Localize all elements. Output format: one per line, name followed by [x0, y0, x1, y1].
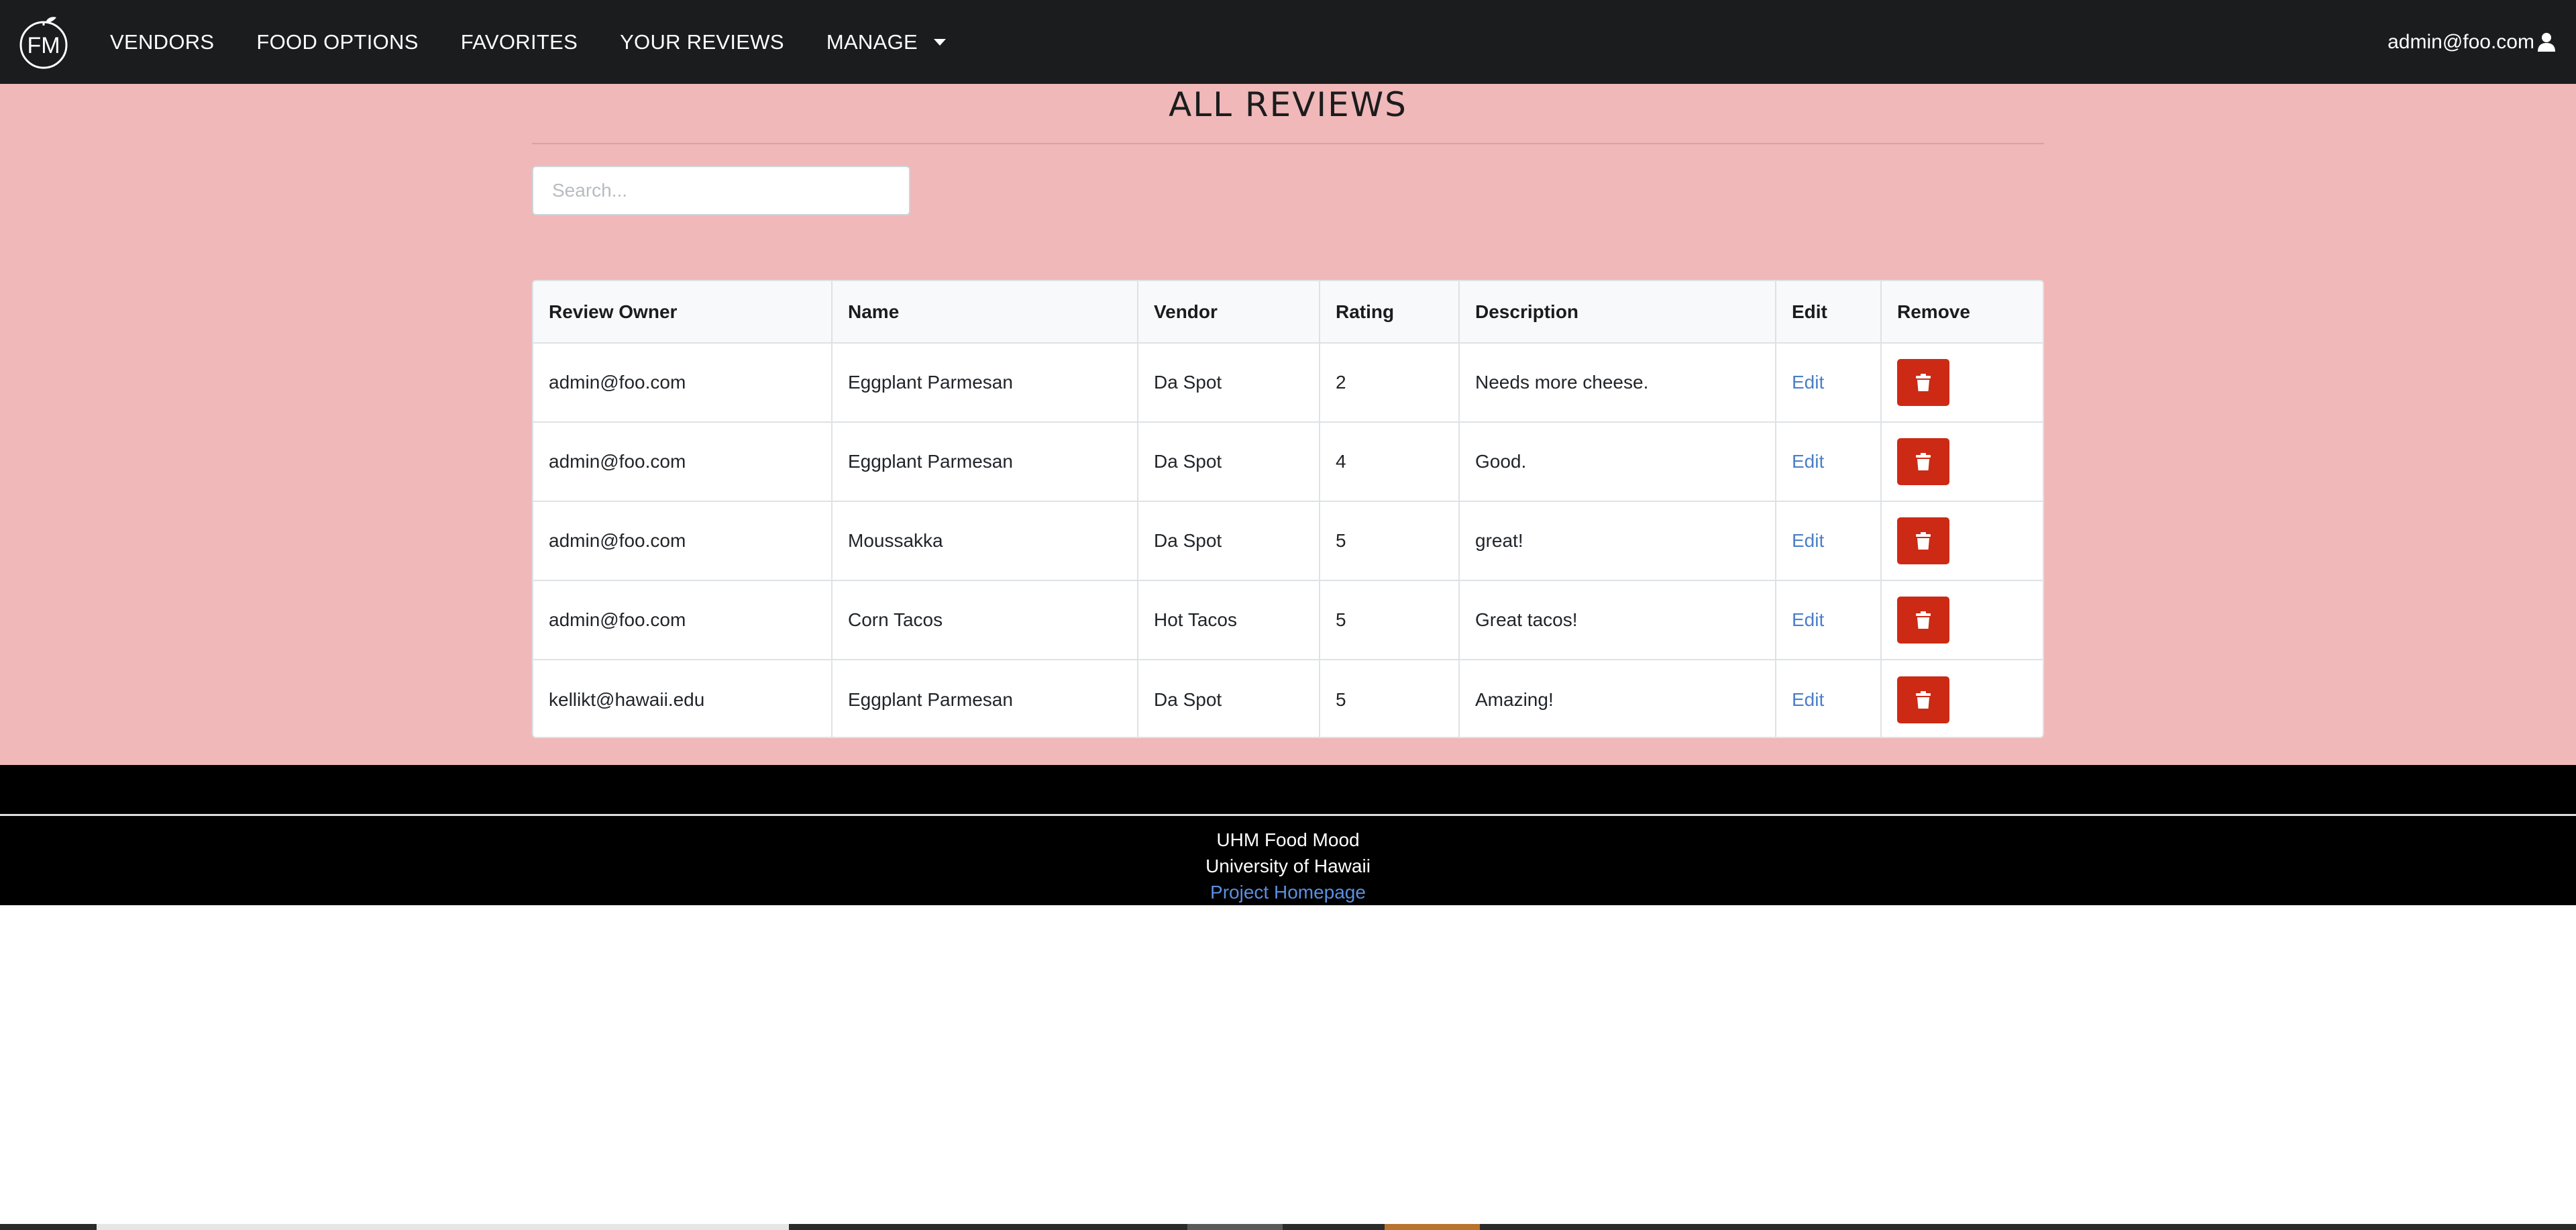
- cell-edit: Edit: [1776, 343, 1882, 422]
- nav-your-reviews[interactable]: YOUR REVIEWS: [620, 30, 784, 54]
- cell-vendor: Da Spot: [1138, 501, 1320, 580]
- bottom-taskbar-strip: [0, 1224, 2576, 1230]
- nav-food-options-label: FOOD OPTIONS: [256, 30, 419, 54]
- cell-vendor: Hot Tacos: [1138, 580, 1320, 660]
- cell-rating: 5: [1320, 580, 1460, 660]
- remove-button[interactable]: [1897, 517, 1949, 564]
- cell-remove: [1881, 501, 2043, 580]
- remove-button[interactable]: [1897, 597, 1949, 644]
- header-edit: Edit: [1776, 281, 1882, 344]
- cell-edit: Edit: [1776, 580, 1882, 660]
- trash-icon: [1916, 374, 1931, 391]
- cell-rating: 5: [1320, 660, 1460, 737]
- cell-name: Eggplant Parmesan: [832, 422, 1138, 501]
- cell-owner: admin@foo.com: [533, 422, 833, 501]
- table-row: admin@foo.com Corn Tacos Hot Tacos 5 Gre…: [533, 580, 2043, 660]
- footer-university: University of Hawaii: [1205, 856, 1371, 876]
- cell-edit: Edit: [1776, 660, 1882, 737]
- title-divider: [532, 143, 2044, 144]
- nav-food-options[interactable]: FOOD OPTIONS: [256, 30, 418, 54]
- nav-favorites[interactable]: FAVORITES: [461, 30, 578, 54]
- cell-description: Needs more cheese.: [1459, 343, 1776, 422]
- cell-name: Moussakka: [832, 501, 1138, 580]
- header-vendor: Vendor: [1138, 281, 1320, 344]
- cell-rating: 4: [1320, 422, 1460, 501]
- remove-button[interactable]: [1897, 676, 1949, 723]
- table-row: kellikt@hawaii.edu Eggplant Parmesan Da …: [533, 660, 2043, 737]
- table-row: admin@foo.com Moussakka Da Spot 5 great!…: [533, 501, 2043, 580]
- remove-button[interactable]: [1897, 359, 1949, 406]
- user-icon: [2538, 32, 2555, 52]
- nav-manage-dropdown[interactable]: MANAGE: [826, 30, 946, 54]
- cell-rating: 2: [1320, 343, 1460, 422]
- footer: UHM Food Mood University of Hawaii Proje…: [0, 765, 2576, 905]
- table-header-row: Review Owner Name Vendor Rating Descript…: [533, 281, 2043, 344]
- nav-your-reviews-label: YOUR REVIEWS: [620, 30, 784, 54]
- cell-vendor: Da Spot: [1138, 660, 1320, 737]
- caret-down-icon: [933, 38, 946, 46]
- search-input[interactable]: [532, 166, 910, 215]
- trash-icon: [1916, 611, 1931, 629]
- nav-manage-label: MANAGE: [826, 30, 918, 54]
- reviews-table: Review Owner Name Vendor Rating Descript…: [532, 280, 2044, 738]
- edit-link[interactable]: Edit: [1792, 689, 1824, 710]
- cell-owner: kellikt@hawaii.edu: [533, 660, 833, 737]
- footer-divider: [0, 814, 2576, 816]
- cell-remove: [1881, 580, 2043, 660]
- cell-name: Eggplant Parmesan: [832, 660, 1138, 737]
- food-mood-logo[interactable]: FM: [19, 15, 68, 70]
- header-name: Name: [832, 281, 1138, 344]
- top-navbar: FM VENDORS FOOD OPTIONS FAVORITES YOUR R…: [0, 0, 2576, 84]
- edit-link[interactable]: Edit: [1792, 451, 1824, 472]
- trash-icon: [1916, 532, 1931, 550]
- trash-icon: [1916, 690, 1931, 709]
- project-homepage-link[interactable]: Project Homepage: [1210, 882, 1366, 903]
- cell-vendor: Da Spot: [1138, 422, 1320, 501]
- table-row: admin@foo.com Eggplant Parmesan Da Spot …: [533, 422, 2043, 501]
- nav-favorites-label: FAVORITES: [460, 30, 578, 54]
- user-email: admin@foo.com: [2387, 30, 2534, 53]
- edit-link[interactable]: Edit: [1792, 372, 1824, 393]
- cell-description: great!: [1459, 501, 1776, 580]
- cell-owner: admin@foo.com: [533, 501, 833, 580]
- cell-name: Corn Tacos: [832, 580, 1138, 660]
- nav-vendors-label: VENDORS: [110, 30, 215, 54]
- cell-edit: Edit: [1776, 422, 1882, 501]
- cell-remove: [1881, 343, 2043, 422]
- edit-link[interactable]: Edit: [1792, 530, 1824, 551]
- header-review-owner: Review Owner: [533, 281, 833, 344]
- cell-owner: admin@foo.com: [533, 580, 833, 660]
- header-rating: Rating: [1320, 281, 1460, 344]
- cell-description: Good.: [1459, 422, 1776, 501]
- remove-button[interactable]: [1897, 438, 1949, 485]
- apple-logo-icon: FM: [19, 17, 68, 69]
- cell-description: Amazing!: [1459, 660, 1776, 737]
- table-row: admin@foo.com Eggplant Parmesan Da Spot …: [533, 343, 2043, 422]
- edit-link[interactable]: Edit: [1792, 609, 1824, 630]
- footer-app-name: UHM Food Mood: [1216, 829, 1360, 850]
- header-description: Description: [1459, 281, 1776, 344]
- logo-text: FM: [27, 33, 60, 58]
- cell-vendor: Da Spot: [1138, 343, 1320, 422]
- cell-description: Great tacos!: [1459, 580, 1776, 660]
- cell-edit: Edit: [1776, 501, 1882, 580]
- cell-remove: [1881, 660, 2043, 737]
- page-title: ALL REVIEWS: [1169, 85, 1407, 124]
- cell-name: Eggplant Parmesan: [832, 343, 1138, 422]
- cell-owner: admin@foo.com: [533, 343, 833, 422]
- trash-icon: [1916, 453, 1931, 470]
- nav-vendors[interactable]: VENDORS: [110, 30, 214, 54]
- main-content: ALL REVIEWS Review Owner Name Vendor Rat…: [0, 84, 2576, 765]
- cell-rating: 5: [1320, 501, 1460, 580]
- header-remove: Remove: [1881, 281, 2043, 344]
- cell-remove: [1881, 422, 2043, 501]
- user-menu[interactable]: admin@foo.com: [2387, 0, 2556, 84]
